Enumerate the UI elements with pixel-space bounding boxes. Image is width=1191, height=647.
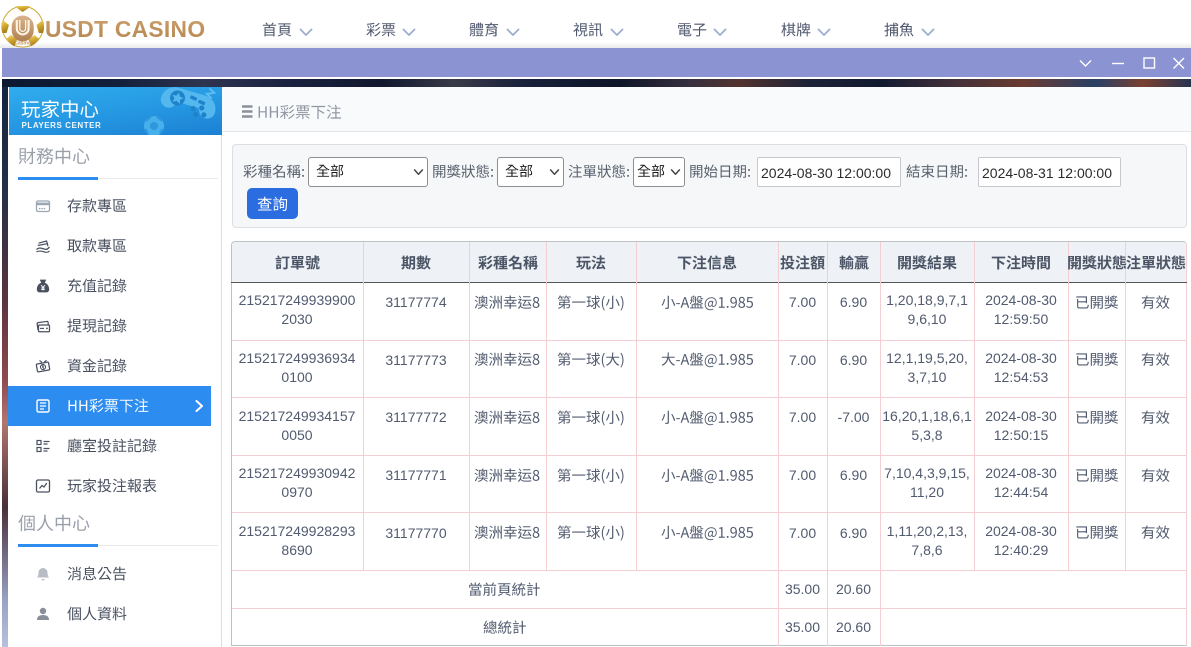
svg-text:Casino: Casino bbox=[14, 41, 31, 47]
svg-text:USDT CASINO: USDT CASINO bbox=[45, 16, 205, 42]
